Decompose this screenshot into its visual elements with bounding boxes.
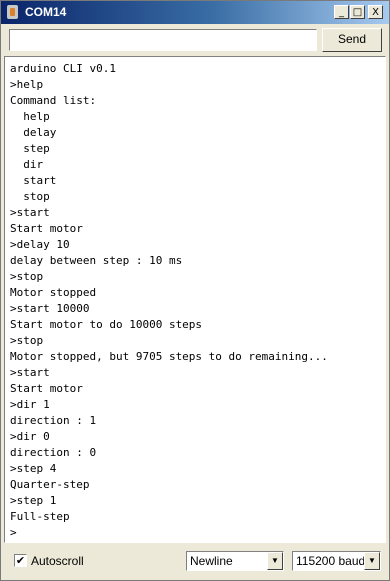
console-line: >step 1: [10, 494, 57, 507]
console-line: Quarter-step: [10, 478, 90, 491]
console-line: >start: [10, 366, 50, 379]
minimize-button[interactable]: _: [334, 5, 349, 19]
console-line: >start: [10, 206, 50, 219]
line-ending-select[interactable]: Newline ▼: [186, 551, 284, 571]
chevron-down-icon[interactable]: ▼: [364, 552, 380, 570]
console-line: help: [10, 110, 50, 123]
console-line: Start motor: [10, 222, 83, 235]
console-line: stop: [10, 190, 50, 203]
console-line: Start motor to do 10000 steps: [10, 318, 203, 331]
console-line: Command list:: [10, 94, 97, 107]
console-line: >dir 0: [10, 430, 50, 443]
console-line: >step 4: [10, 462, 57, 475]
footer-bar: ✔ Autoscroll Newline ▼ 115200 baud ▼: [1, 545, 389, 580]
autoscroll-checkbox[interactable]: ✔: [14, 554, 27, 567]
serial-output-console[interactable]: arduino CLI v0.1 >help Command list: help …: [4, 56, 386, 543]
console-line: dir: [10, 158, 44, 171]
console-line: step: [10, 142, 50, 155]
close-button[interactable]: X: [368, 5, 383, 19]
console-line: Motor stopped: [10, 286, 97, 299]
console-line: arduino CLI v0.1: [10, 62, 116, 75]
console-line: direction : 1: [10, 414, 97, 427]
console-lines: arduino CLI v0.1 >help Command list: help …: [10, 61, 328, 541]
send-button[interactable]: Send: [322, 28, 382, 52]
baud-rate-select[interactable]: 115200 baud ▼: [292, 551, 381, 571]
line-ending-value: Newline: [190, 554, 233, 568]
console-line: Full-step: [10, 510, 70, 523]
console-line: >dir 1: [10, 398, 50, 411]
console-line: delay: [10, 126, 57, 139]
command-input[interactable]: [9, 29, 317, 51]
window-title: COM14: [25, 5, 67, 19]
console-line: >help: [10, 78, 44, 91]
autoscroll-label: Autoscroll: [31, 554, 84, 568]
console-line: Motor stopped, but 9705 steps to do rema…: [10, 350, 328, 363]
baud-rate-value: 115200 baud: [296, 554, 366, 568]
maximize-button[interactable]: □: [350, 5, 365, 19]
console-line: >delay 10: [10, 238, 70, 251]
console-line: >stop: [10, 334, 44, 347]
console-line: direction : 0: [10, 446, 97, 459]
checkmark-icon: ✔: [15, 554, 26, 567]
serial-monitor-window: COM14 _ □ X Send arduino CLI v0.1 >help Co…: [0, 0, 390, 581]
title-bar: COM14 _ □ X: [1, 1, 389, 24]
console-line: start: [10, 174, 57, 187]
java-app-icon: [7, 5, 18, 19]
console-line: >start 10000: [10, 302, 90, 315]
console-line: Start motor: [10, 382, 83, 395]
console-line: >: [10, 526, 17, 539]
console-line: delay between step : 10 ms: [10, 254, 183, 267]
console-line: >stop: [10, 270, 44, 283]
chevron-down-icon[interactable]: ▼: [267, 552, 283, 570]
